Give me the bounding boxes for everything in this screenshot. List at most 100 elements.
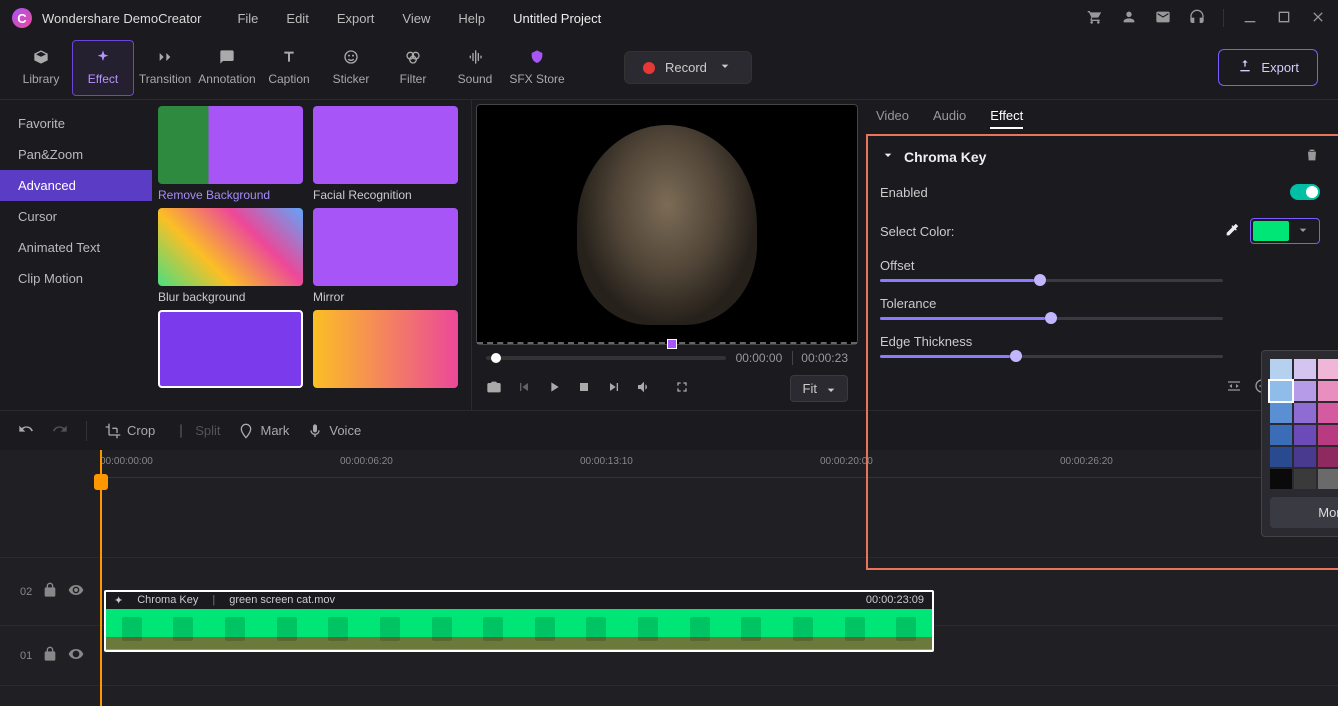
color-cell[interactable] bbox=[1270, 447, 1292, 467]
color-cell[interactable] bbox=[1270, 425, 1292, 445]
app-title: Wondershare DemoCreator bbox=[42, 11, 201, 26]
tolerance-slider[interactable] bbox=[880, 317, 1223, 320]
menu-file[interactable]: File bbox=[237, 11, 258, 26]
undo-icon[interactable] bbox=[18, 421, 34, 440]
cart-icon[interactable] bbox=[1087, 9, 1103, 28]
crop-button[interactable]: Crop bbox=[105, 423, 155, 439]
color-cell[interactable] bbox=[1318, 381, 1338, 401]
tab-sound[interactable]: Sound bbox=[444, 40, 506, 96]
eyedropper-icon[interactable] bbox=[1224, 222, 1240, 241]
fx-mirror[interactable]: Mirror bbox=[313, 208, 458, 304]
fit-width-icon[interactable] bbox=[1226, 378, 1242, 397]
color-cell[interactable] bbox=[1318, 359, 1338, 379]
rp-tab-effect[interactable]: Effect bbox=[990, 108, 1023, 129]
chevron-down-icon[interactable] bbox=[880, 147, 896, 166]
fx-item-6[interactable] bbox=[313, 310, 458, 388]
more-colors-button[interactable]: More... bbox=[1270, 497, 1338, 528]
fx-sidebar: Favorite Pan&Zoom Advanced Cursor Animat… bbox=[0, 100, 152, 410]
split-button[interactable]: Split bbox=[173, 423, 220, 439]
tab-filter[interactable]: Filter bbox=[382, 40, 444, 96]
preview-time-total: 00:00:23 bbox=[792, 351, 848, 365]
record-button[interactable]: Record bbox=[624, 51, 752, 84]
voice-button[interactable]: Voice bbox=[307, 423, 361, 439]
color-cell[interactable] bbox=[1270, 403, 1292, 423]
color-cell[interactable] bbox=[1294, 447, 1316, 467]
maximize-icon[interactable] bbox=[1276, 9, 1292, 28]
export-icon bbox=[1237, 58, 1253, 77]
minimize-icon[interactable] bbox=[1242, 9, 1258, 28]
color-cell[interactable] bbox=[1270, 381, 1292, 401]
tab-sticker[interactable]: Sticker bbox=[320, 40, 382, 96]
track-area: 02 01 ✦ Chroma Key | green screen cat.mo… bbox=[0, 478, 1338, 686]
timeline-ruler[interactable]: 00:00:00:00 00:00:06:20 00:00:13:10 00:0… bbox=[100, 450, 1338, 478]
color-cell[interactable] bbox=[1270, 469, 1292, 489]
color-cell[interactable] bbox=[1318, 425, 1338, 445]
headset-icon[interactable] bbox=[1189, 9, 1205, 28]
sidebar-item-favorite[interactable]: Favorite bbox=[0, 108, 152, 139]
fit-select[interactable]: Fit bbox=[790, 375, 848, 402]
fx-facial-recognition[interactable]: Facial Recognition bbox=[313, 106, 458, 202]
user-icon[interactable] bbox=[1121, 9, 1137, 28]
fullscreen-icon[interactable] bbox=[674, 379, 690, 398]
eye-icon[interactable] bbox=[68, 582, 84, 601]
rp-tab-audio[interactable]: Audio bbox=[933, 108, 966, 129]
color-cell[interactable] bbox=[1294, 403, 1316, 423]
color-cell[interactable] bbox=[1294, 469, 1316, 489]
app-logo: C bbox=[12, 8, 32, 28]
color-cell[interactable] bbox=[1294, 381, 1316, 401]
close-icon[interactable] bbox=[1310, 9, 1326, 28]
color-cell[interactable] bbox=[1294, 359, 1316, 379]
preview-scrubber[interactable] bbox=[486, 356, 726, 360]
tolerance-slider-row: Tolerance bbox=[880, 296, 1320, 320]
delete-icon[interactable] bbox=[1304, 147, 1320, 166]
sidebar-item-cursor[interactable]: Cursor bbox=[0, 201, 152, 232]
preview-video[interactable] bbox=[476, 104, 858, 345]
mark-button[interactable]: Mark bbox=[238, 423, 289, 439]
snapshot-icon[interactable] bbox=[486, 379, 502, 398]
rp-tab-video[interactable]: Video bbox=[876, 108, 909, 129]
sidebar-item-clip-motion[interactable]: Clip Motion bbox=[0, 263, 152, 294]
menu-export[interactable]: Export bbox=[337, 11, 375, 26]
menu-help[interactable]: Help bbox=[458, 11, 485, 26]
tab-transition[interactable]: Transition bbox=[134, 40, 196, 96]
menu-view[interactable]: View bbox=[402, 11, 430, 26]
next-frame-icon[interactable] bbox=[606, 379, 622, 398]
prev-frame-icon[interactable] bbox=[516, 379, 532, 398]
enabled-toggle[interactable] bbox=[1290, 184, 1320, 200]
tab-caption[interactable]: Caption bbox=[258, 40, 320, 96]
chroma-header: Chroma Key bbox=[880, 147, 1320, 166]
stop-icon[interactable] bbox=[576, 379, 592, 398]
play-icon[interactable] bbox=[546, 379, 562, 398]
playhead[interactable] bbox=[100, 450, 102, 706]
tab-effect[interactable]: Effect bbox=[72, 40, 134, 96]
color-swatch-button[interactable] bbox=[1250, 218, 1320, 244]
tab-annotation[interactable]: Annotation bbox=[196, 40, 258, 96]
redo-icon[interactable] bbox=[52, 421, 68, 440]
volume-icon[interactable] bbox=[636, 379, 652, 398]
sidebar-item-panzoom[interactable]: Pan&Zoom bbox=[0, 139, 152, 170]
color-cell[interactable] bbox=[1318, 469, 1338, 489]
menu-edit[interactable]: Edit bbox=[286, 11, 308, 26]
tab-sfx-store[interactable]: SFX Store bbox=[506, 40, 568, 96]
color-cell[interactable] bbox=[1294, 425, 1316, 445]
sidebar-item-animated-text[interactable]: Animated Text bbox=[0, 232, 152, 263]
color-cell[interactable] bbox=[1318, 447, 1338, 467]
export-button[interactable]: Export bbox=[1218, 49, 1318, 86]
fx-blur-background[interactable]: Blur background bbox=[158, 208, 303, 304]
ruler-tick: 00:00:26:20 bbox=[1060, 456, 1113, 467]
timeline-clip[interactable]: ✦ Chroma Key | green screen cat.mov 00:0… bbox=[104, 590, 934, 652]
lock-icon[interactable] bbox=[42, 646, 58, 665]
sidebar-item-advanced[interactable]: Advanced bbox=[0, 170, 152, 201]
ruler-tick: 00:00:00:00 bbox=[100, 456, 153, 467]
lock-icon[interactable] bbox=[42, 582, 58, 601]
chevron-down-icon bbox=[823, 382, 839, 401]
eye-icon[interactable] bbox=[68, 646, 84, 665]
fx-item-5[interactable] bbox=[158, 310, 303, 388]
color-cell[interactable] bbox=[1318, 403, 1338, 423]
fx-remove-background[interactable]: Remove Background bbox=[158, 106, 303, 202]
tab-library[interactable]: Library bbox=[10, 40, 72, 96]
color-cell[interactable] bbox=[1270, 359, 1292, 379]
mail-icon[interactable] bbox=[1155, 9, 1171, 28]
offset-slider[interactable] bbox=[880, 279, 1223, 282]
edge-thickness-slider[interactable] bbox=[880, 355, 1223, 358]
